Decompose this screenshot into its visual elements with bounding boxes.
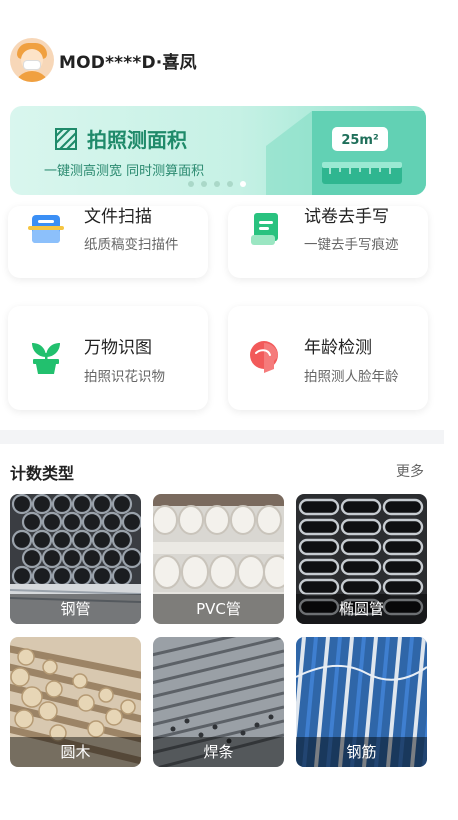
banner-carousel[interactable]: 拍照测面积 一键测高测宽 同时测算面积 25m²: [10, 106, 426, 195]
section-divider: [0, 430, 444, 444]
measure-box-illustration: 25m²: [266, 111, 426, 195]
feature-title: 万物识图: [84, 338, 152, 358]
feature-subtitle: 拍照识花识物: [84, 369, 165, 385]
username: MOD****D·喜凤: [59, 52, 197, 73]
exam-paper-icon: [251, 213, 278, 245]
feature-subtitle: 拍照测人脸年龄: [304, 369, 399, 385]
banner-subtitle: 一键测高测宽 同时测算面积: [44, 164, 205, 179]
feature-subtitle: 纸质稿变扫描件: [84, 237, 179, 253]
feature-card-age-detect[interactable]: 年龄检测 拍照测人脸年龄: [228, 306, 428, 410]
count-tile-welding-rod[interactable]: 焊条: [153, 637, 284, 767]
count-tile-log[interactable]: 圆木: [10, 637, 141, 767]
carousel-dot[interactable]: [188, 181, 194, 187]
user-header[interactable]: MOD****D·喜凤: [10, 38, 197, 82]
carousel-dots[interactable]: [188, 181, 246, 187]
feature-card-scan[interactable]: 文件扫描 纸质稿变扫描件: [8, 206, 208, 278]
banner-title-row: 拍照测面积: [55, 124, 187, 153]
banner-badge: 25m²: [341, 133, 378, 148]
count-tile-pvc-pipe[interactable]: PVC管: [153, 494, 284, 624]
tile-label: 焊条: [153, 737, 284, 767]
area-measure-icon: [55, 127, 77, 150]
scan-document-icon: [28, 215, 64, 243]
tile-label: 钢管: [10, 594, 141, 624]
feature-title: 试卷去手写: [304, 207, 389, 227]
count-tile-rebar[interactable]: 钢筋: [296, 637, 427, 767]
carousel-dot[interactable]: [214, 181, 220, 187]
carousel-dot-active[interactable]: [240, 181, 246, 187]
carousel-dot[interactable]: [201, 181, 207, 187]
count-tile-oval-pipe[interactable]: 椭圆管: [296, 494, 427, 624]
tile-label: PVC管: [153, 594, 284, 624]
more-link[interactable]: 更多: [396, 461, 424, 481]
feature-card-recognize[interactable]: 万物识图 拍照识花识物: [8, 306, 208, 410]
feature-card-remove-handwriting[interactable]: 试卷去手写 一键去手写痕迹: [228, 206, 428, 278]
feature-subtitle: 一键去手写痕迹: [304, 237, 399, 253]
plant-icon: [32, 343, 60, 374]
feature-title: 年龄检测: [304, 338, 372, 358]
feature-title: 文件扫描: [84, 207, 152, 227]
tile-label: 圆木: [10, 737, 141, 767]
section-title: 计数类型: [10, 464, 75, 483]
tile-label: 椭圆管: [296, 594, 427, 624]
face-profile-icon: [250, 341, 278, 373]
avatar[interactable]: [10, 38, 54, 82]
carousel-dot[interactable]: [227, 181, 233, 187]
banner-title: 拍照测面积: [87, 128, 187, 152]
count-tile-steel-pipe[interactable]: 钢管: [10, 494, 141, 624]
tile-label: 钢筋: [296, 737, 427, 767]
